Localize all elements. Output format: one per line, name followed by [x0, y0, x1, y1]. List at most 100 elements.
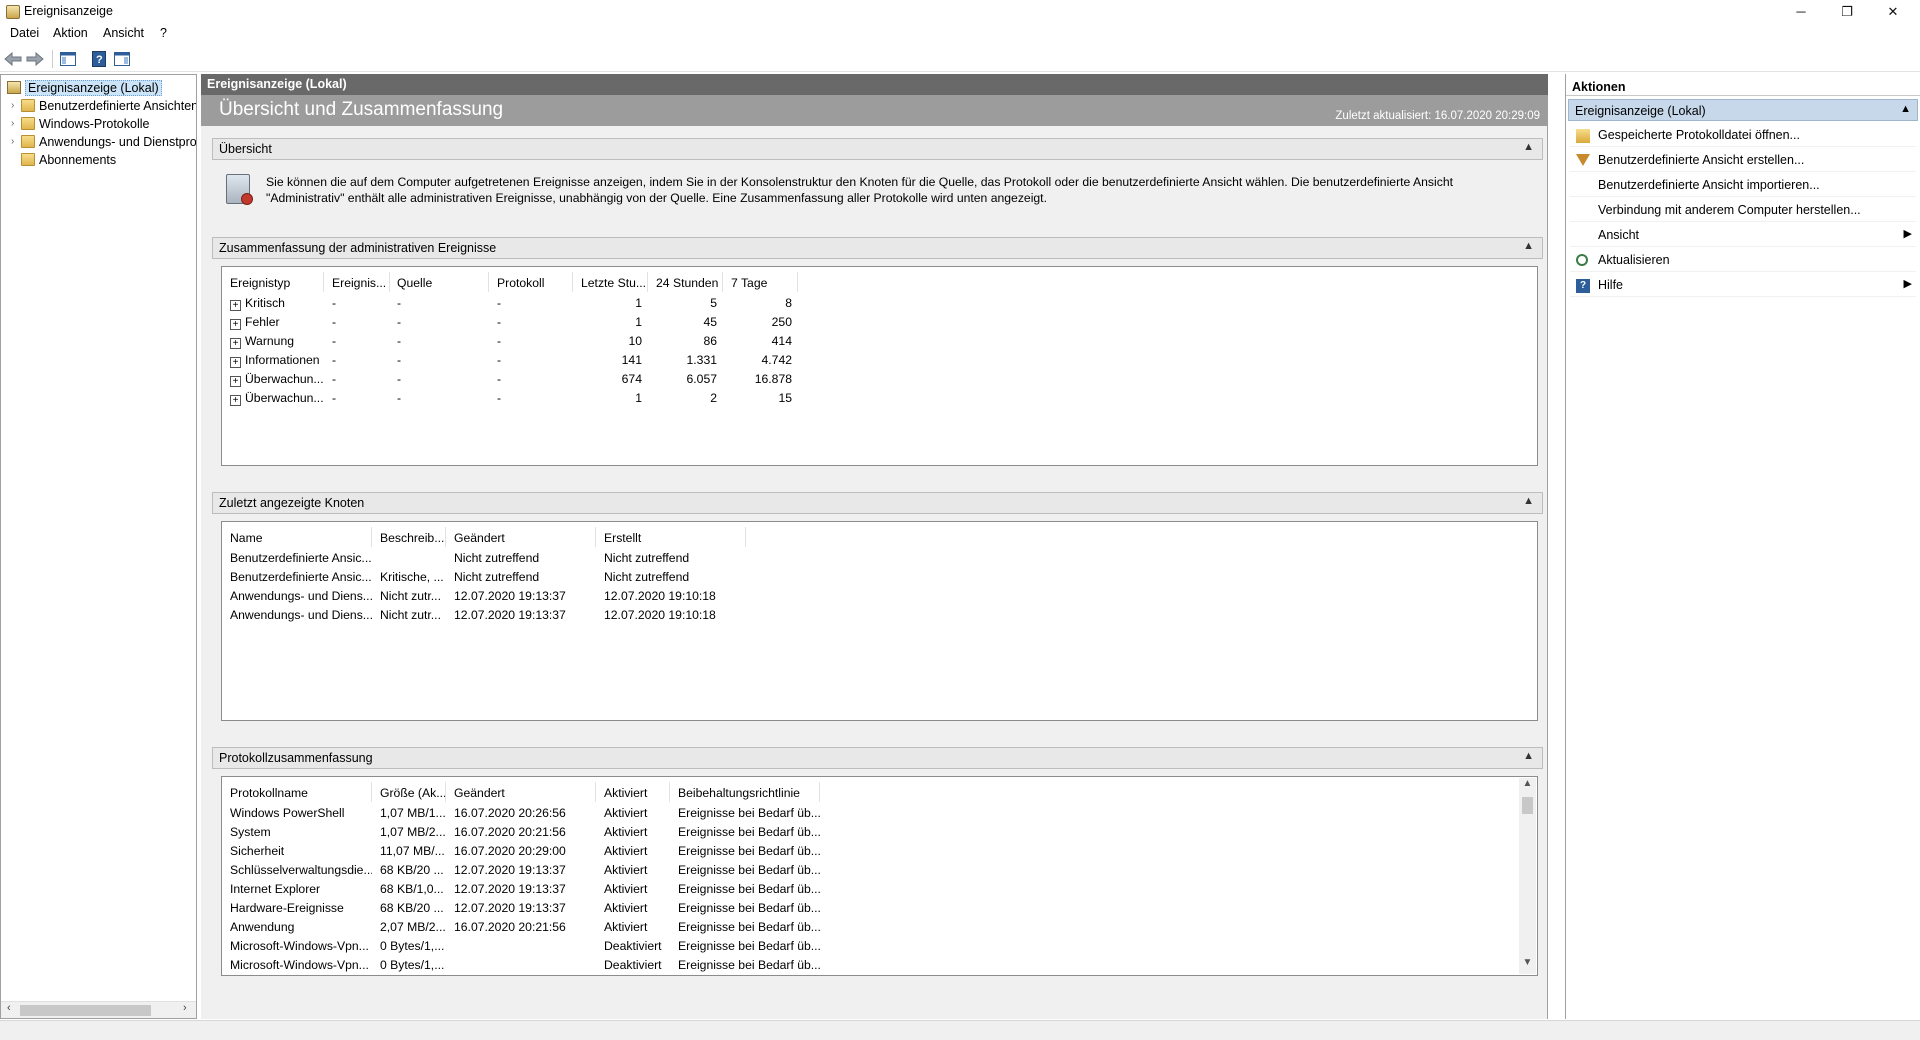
table-cell[interactable]: Aktiviert — [598, 861, 670, 880]
forward-button[interactable] — [25, 49, 45, 69]
table-cell[interactable]: Nicht zutreffend — [598, 549, 746, 568]
table-cell[interactable]: 0 Bytes/1,... — [374, 937, 446, 956]
table-cell[interactable]: Benutzerdefinierte Ansic... — [224, 549, 372, 568]
collapse-icon[interactable]: ▲ — [1900, 103, 1911, 115]
table-cell[interactable]: 16.07.2020 20:29:00 — [448, 842, 596, 861]
help-toolbar-button[interactable]: ? — [89, 49, 109, 69]
scroll-down-icon[interactable]: ▼ — [1519, 957, 1536, 974]
table-cell[interactable]: Aktiviert — [598, 842, 670, 861]
table-cell[interactable]: Aktiviert — [598, 918, 670, 937]
tree-node-subscriptions[interactable]: Abonnements — [21, 151, 116, 168]
column-header[interactable]: Beibehaltungsrichtlinie — [672, 782, 820, 802]
table-cell[interactable]: 68 KB/1,0... — [374, 880, 446, 899]
tree-node-root[interactable]: Ereignisanzeige (Lokal) — [7, 79, 162, 96]
table-cell[interactable]: Anwendungs- und Diens... — [224, 606, 372, 625]
table-cell[interactable]: Ereignisse bei Bedarf üb... — [672, 918, 820, 937]
table-cell[interactable]: Nicht zutreffend — [448, 549, 596, 568]
column-header[interactable]: Erstellt — [598, 527, 746, 547]
table-cell[interactable]: 68 KB/20 ... — [374, 861, 446, 880]
table-cell[interactable]: 674 — [575, 370, 648, 389]
table-cell[interactable]: 1 — [575, 389, 648, 408]
table-cell[interactable]: Aktiviert — [598, 899, 670, 918]
minimize-button[interactable]: ─ — [1778, 0, 1824, 23]
tree-node-windows-logs[interactable]: › Windows-Protokolle — [11, 115, 149, 132]
table-cell[interactable]: - — [391, 351, 489, 370]
recent-nodes-section-header[interactable]: Zuletzt angezeigte Knoten ▲ — [212, 492, 1543, 514]
menu-ansicht[interactable]: Ansicht — [103, 26, 144, 40]
column-header[interactable]: Protokoll — [491, 272, 573, 292]
table-cell[interactable]: Ereignisse bei Bedarf üb... — [672, 937, 820, 956]
collapse-icon[interactable]: ▲ — [1523, 495, 1534, 507]
table-cell[interactable]: Deaktiviert — [598, 937, 670, 956]
table-cell[interactable]: 1.331 — [650, 351, 723, 370]
table-cell[interactable]: Microsoft-Windows-Vpn... — [224, 937, 372, 956]
table-cell[interactable]: 16.07.2020 20:26:56 — [448, 804, 596, 823]
table-cell[interactable]: - — [326, 332, 390, 351]
table-cell[interactable]: Aktiviert — [598, 804, 670, 823]
tree-node-custom-views[interactable]: › Benutzerdefinierte Ansichten — [11, 97, 196, 114]
table-cell[interactable]: - — [491, 313, 573, 332]
tree-horizontal-scrollbar[interactable]: ‹ › — [1, 1001, 196, 1018]
table-cell[interactable]: Internet Explorer — [224, 880, 372, 899]
back-button[interactable] — [3, 49, 23, 69]
table-cell[interactable]: Nicht zutr... — [374, 606, 446, 625]
scroll-up-icon[interactable]: ▲ — [1519, 778, 1536, 795]
table-cell[interactable]: + Überwachun... — [224, 389, 324, 408]
table-cell[interactable]: Hardware-Ereignisse — [224, 899, 372, 918]
table-cell[interactable]: 1 — [575, 294, 648, 313]
table-cell[interactable]: 6.057 — [650, 370, 723, 389]
table-cell[interactable]: 1,07 MB/2... — [374, 823, 446, 842]
scrollbar-thumb[interactable] — [1522, 797, 1533, 814]
table-cell[interactable]: 2 — [650, 389, 723, 408]
scroll-right-icon[interactable]: › — [183, 1002, 187, 1014]
table-cell[interactable]: Nicht zutreffend — [598, 568, 746, 587]
log-summary-section-header[interactable]: Protokollzusammenfassung ▲ — [212, 747, 1543, 769]
menu-help[interactable]: ? — [160, 26, 167, 40]
table-cell[interactable]: 12.07.2020 19:13:37 — [448, 899, 596, 918]
table-cell[interactable]: Microsoft-Windows-Vpn... — [224, 956, 372, 975]
table-cell[interactable]: Ereignisse bei Bedarf üb... — [672, 880, 820, 899]
table-cell[interactable]: - — [491, 294, 573, 313]
table-cell[interactable]: Schlüsselverwaltungsdie... — [224, 861, 372, 880]
table-cell[interactable]: Aktiviert — [598, 823, 670, 842]
action-item[interactable]: Ansicht ▶ — [1570, 223, 1916, 247]
column-header[interactable]: Quelle — [391, 272, 489, 292]
expand-plus-icon[interactable]: + — [230, 357, 241, 368]
table-cell[interactable]: - — [391, 313, 489, 332]
expand-plus-icon[interactable]: + — [230, 395, 241, 406]
menu-aktion[interactable]: Aktion — [53, 26, 88, 40]
table-cell[interactable]: 250 — [725, 313, 798, 332]
table-cell[interactable]: 11,07 MB/... — [374, 842, 446, 861]
table-cell[interactable]: Aktiviert — [598, 880, 670, 899]
table-cell[interactable]: Kritische, ... — [374, 568, 446, 587]
collapse-icon[interactable]: ▲ — [1523, 750, 1534, 762]
table-cell[interactable]: - — [491, 389, 573, 408]
table-cell[interactable]: 10 — [575, 332, 648, 351]
table-cell[interactable]: + Fehler — [224, 313, 324, 332]
table-cell[interactable]: - — [391, 389, 489, 408]
show-hide-actions-button[interactable] — [112, 49, 132, 69]
column-header[interactable]: Name — [224, 527, 372, 547]
table-cell[interactable]: Sicherheit — [224, 842, 372, 861]
table-cell[interactable]: 16.878 — [725, 370, 798, 389]
tree-node-app-service-logs[interactable]: › Anwendungs- und Dienstprotokolle — [11, 133, 196, 150]
table-cell[interactable]: - — [391, 294, 489, 313]
table-cell[interactable]: Ereignisse bei Bedarf üb... — [672, 899, 820, 918]
table-cell[interactable]: 2,07 MB/2... — [374, 918, 446, 937]
log-summary-vertical-scrollbar[interactable]: ▲ ▼ — [1519, 778, 1536, 974]
table-cell[interactable] — [448, 956, 596, 975]
admin-summary-section-header[interactable]: Zusammenfassung der administrativen Erei… — [212, 237, 1543, 259]
table-cell[interactable]: Ereignisse bei Bedarf üb... — [672, 842, 820, 861]
table-cell[interactable]: 12.07.2020 19:13:37 — [448, 861, 596, 880]
column-header[interactable]: Letzte Stu... — [575, 272, 648, 292]
scrollbar-thumb[interactable] — [20, 1005, 151, 1016]
column-header[interactable]: 24 Stunden — [650, 272, 723, 292]
table-cell[interactable]: - — [391, 332, 489, 351]
column-header[interactable]: Größe (Ak... — [374, 782, 446, 802]
column-header[interactable]: Geändert — [448, 782, 596, 802]
table-cell[interactable]: Deaktiviert — [598, 956, 670, 975]
table-cell[interactable]: 414 — [725, 332, 798, 351]
table-cell[interactable]: + Informationen — [224, 351, 324, 370]
table-cell[interactable]: 12.07.2020 19:13:37 — [448, 606, 596, 625]
action-item[interactable]: Aktualisieren — [1570, 248, 1916, 272]
